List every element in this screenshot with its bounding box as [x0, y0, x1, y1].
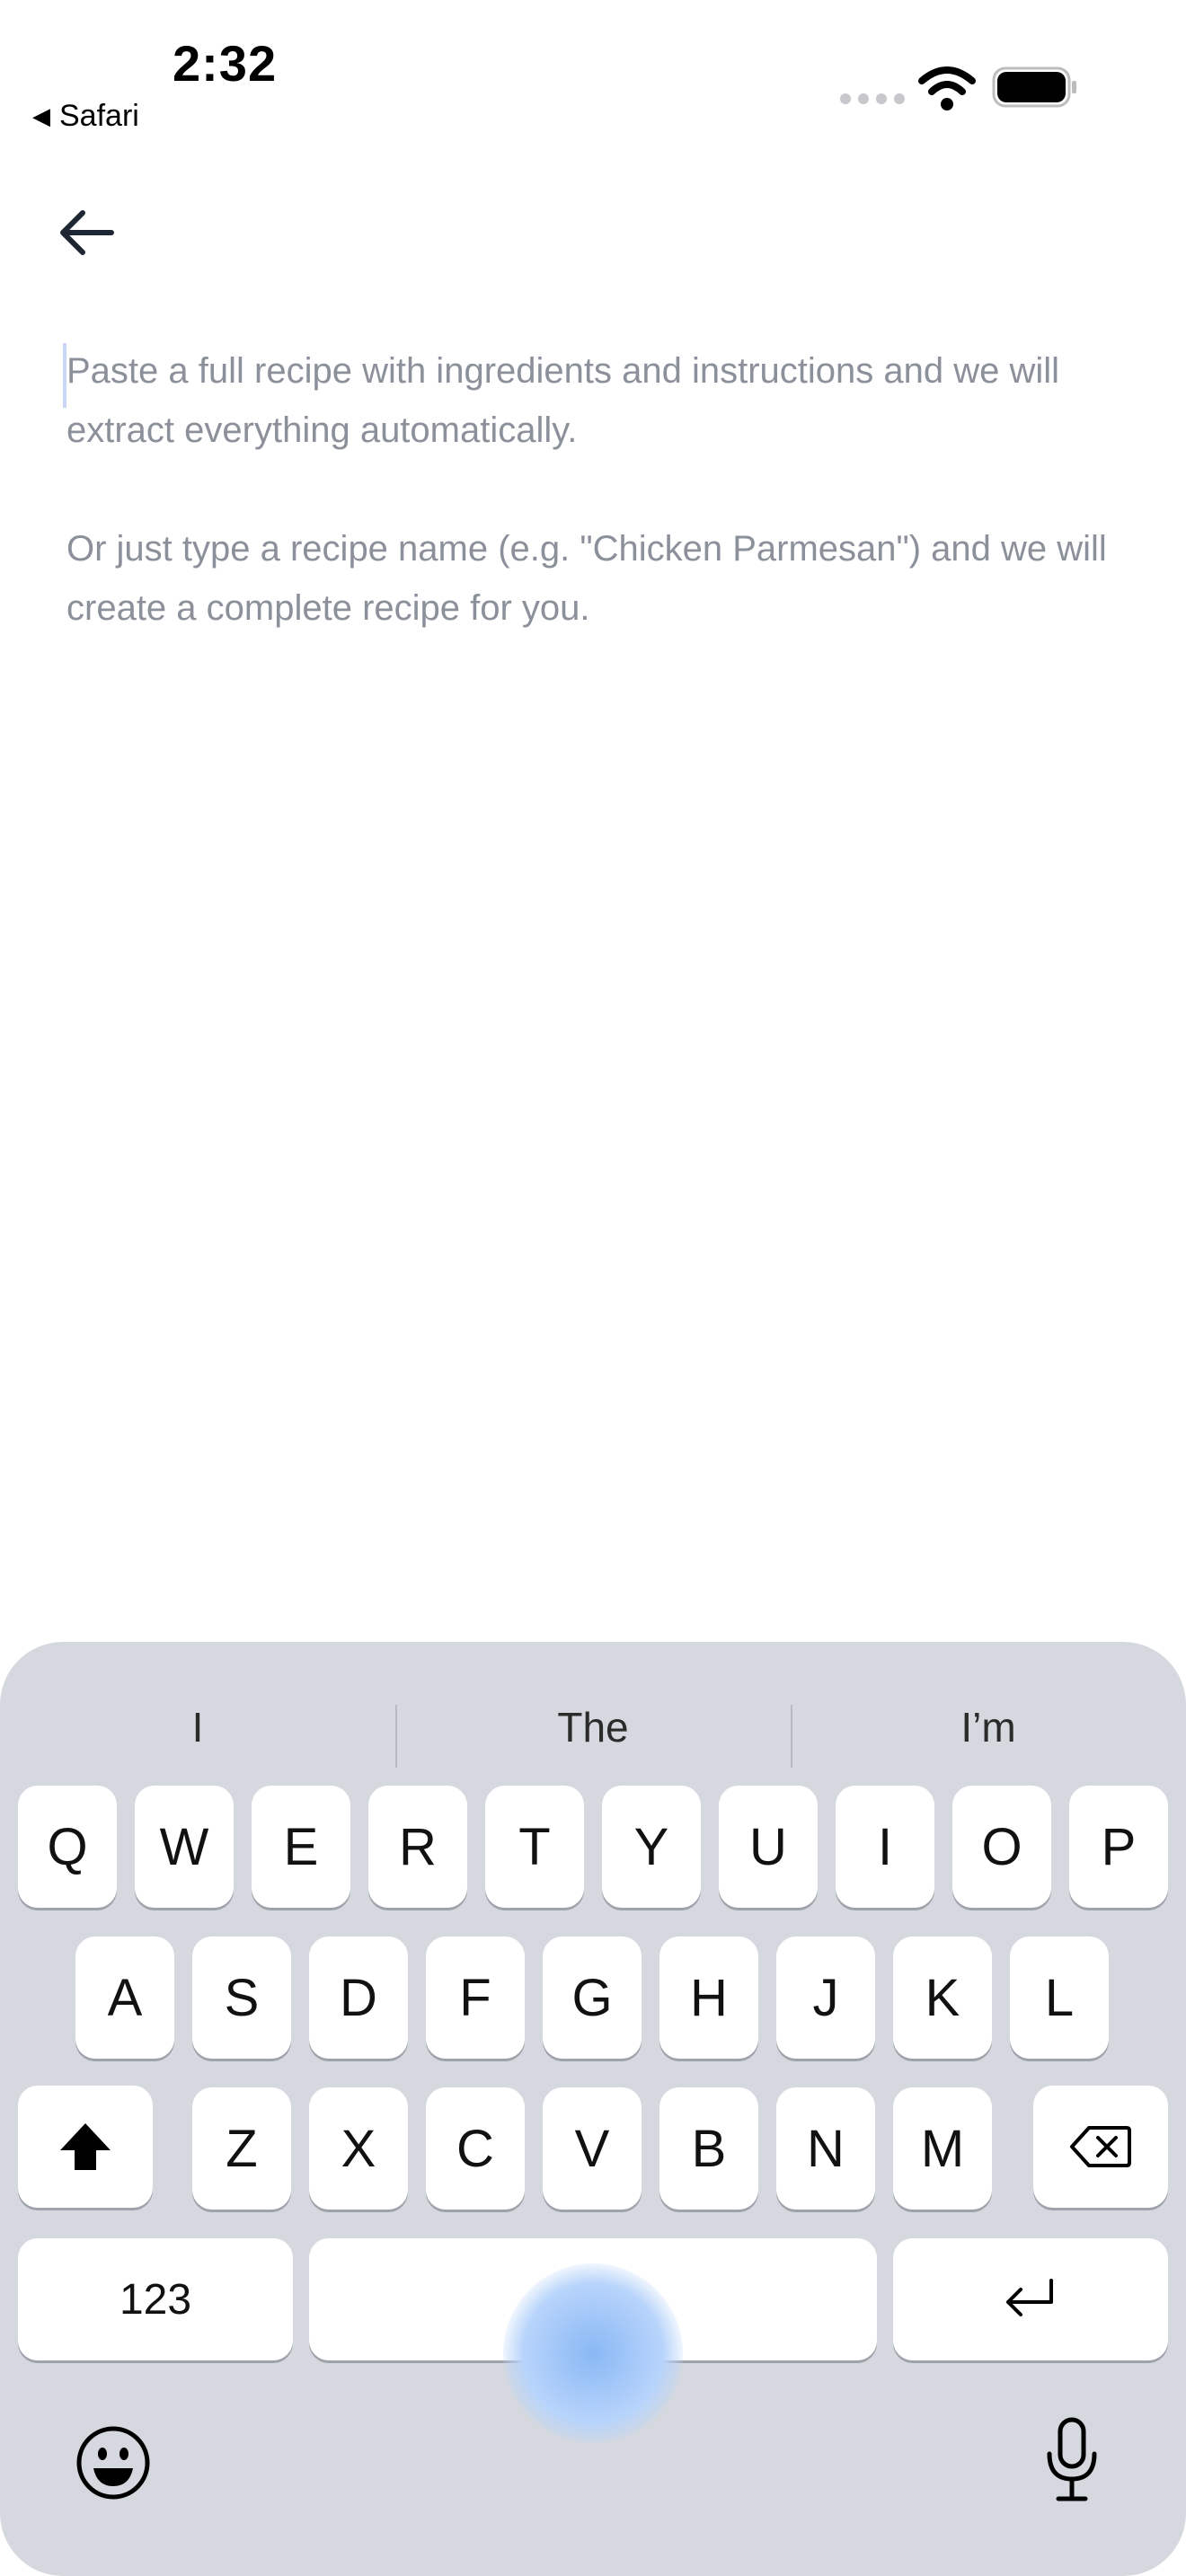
key-x[interactable]: X: [309, 2087, 408, 2210]
suggestion-2[interactable]: The: [395, 1678, 791, 1777]
key-c[interactable]: C: [426, 2087, 525, 2210]
key-q[interactable]: Q: [18, 1786, 117, 1908]
key-w[interactable]: W: [135, 1786, 234, 1908]
microphone-icon[interactable]: [1044, 2416, 1100, 2502]
shift-icon: [60, 2123, 111, 2170]
back-to-app[interactable]: ◀ Safari: [32, 99, 139, 134]
emoji-icon[interactable]: [75, 2425, 151, 2501]
back-triangle-icon: ◀: [32, 102, 50, 129]
key-u[interactable]: U: [719, 1786, 818, 1908]
suggestion-3[interactable]: I’m: [791, 1678, 1186, 1777]
shift-key[interactable]: [18, 2086, 153, 2208]
key-y[interactable]: Y: [602, 1786, 701, 1908]
key-j[interactable]: J: [776, 1936, 875, 2059]
key-g[interactable]: G: [543, 1936, 642, 2059]
key-p[interactable]: P: [1069, 1786, 1168, 1908]
key-r[interactable]: R: [368, 1786, 467, 1908]
key-i[interactable]: I: [836, 1786, 934, 1908]
back-app-label: Safari: [59, 99, 139, 133]
placeholder-paragraph-type: Or just type a recipe name (e.g. "Chicke…: [66, 529, 1107, 628]
suggestion-bar: I The I’m: [0, 1678, 1186, 1777]
key-s[interactable]: S: [192, 1936, 291, 2059]
signal-icon: [840, 93, 905, 104]
key-l[interactable]: L: [1010, 1936, 1109, 2059]
key-t[interactable]: T: [485, 1786, 584, 1908]
key-v[interactable]: V: [543, 2087, 642, 2210]
back-arrow-icon: [60, 210, 114, 255]
background-glow: [503, 2263, 683, 2443]
placeholder-paragraph-paste: Paste a full recipe with ingredients and…: [66, 351, 1060, 450]
numbers-key[interactable]: 123: [18, 2238, 293, 2360]
key-b[interactable]: B: [659, 2087, 758, 2210]
status-time: 2:32: [173, 35, 278, 92]
key-m[interactable]: M: [893, 2087, 992, 2210]
delete-icon: [1070, 2126, 1131, 2167]
back-button[interactable]: [52, 201, 120, 264]
key-e[interactable]: E: [252, 1786, 350, 1908]
wifi-icon: [918, 66, 976, 110]
return-icon: [1006, 2279, 1053, 2316]
key-z[interactable]: Z: [192, 2087, 291, 2210]
key-d[interactable]: D: [309, 1936, 408, 2059]
delete-key[interactable]: [1033, 2086, 1168, 2208]
key-n[interactable]: N: [776, 2087, 875, 2210]
return-key[interactable]: [893, 2238, 1168, 2360]
key-f[interactable]: F: [426, 1936, 525, 2059]
key-h[interactable]: H: [659, 1936, 758, 2059]
suggestion-1[interactable]: I: [0, 1678, 395, 1777]
battery-icon: [992, 66, 1076, 108]
key-k[interactable]: K: [893, 1936, 992, 2059]
key-o[interactable]: O: [952, 1786, 1051, 1908]
key-a[interactable]: A: [75, 1936, 174, 2059]
recipe-input[interactable]: Paste a full recipe with ingredients and…: [66, 341, 1127, 697]
